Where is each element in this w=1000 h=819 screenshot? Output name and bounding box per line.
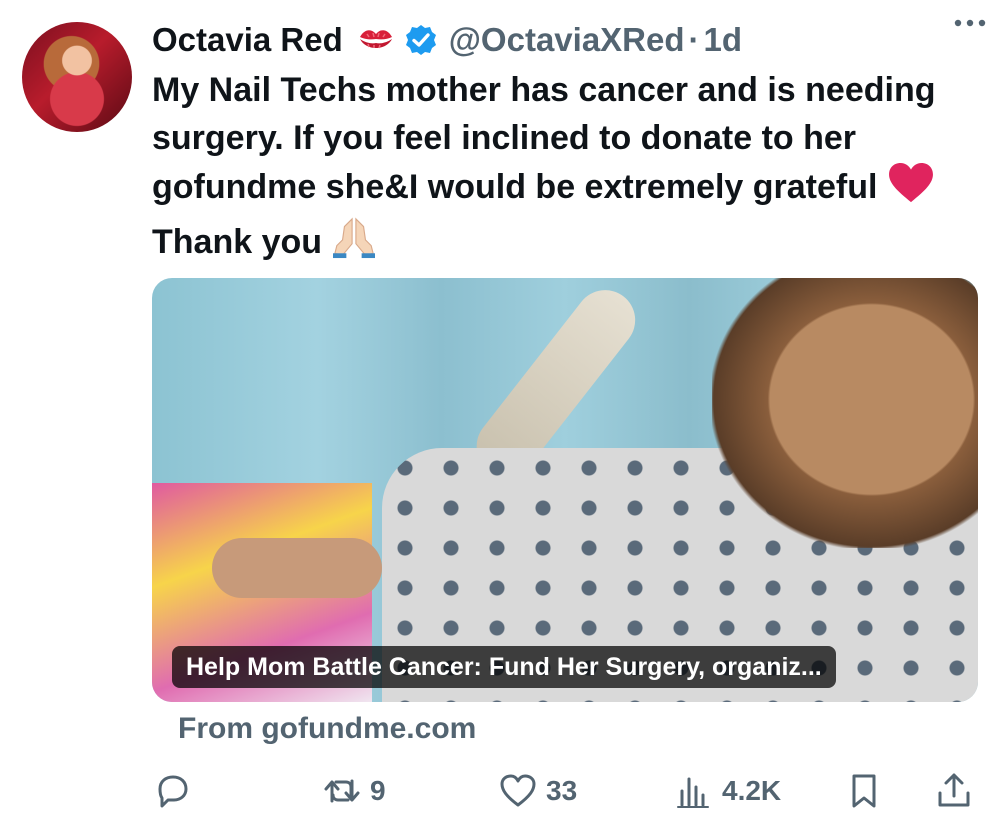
card-title[interactable]: Help Mom Battle Cancer: Fund Her Surgery… (172, 646, 836, 688)
bookmark-button[interactable] (844, 766, 884, 816)
author-handle[interactable]: @OctaviaXRed (449, 21, 685, 59)
tweet-body: My Nail Techs mother has cancer and is n… (152, 71, 936, 206)
timestamp[interactable]: 1d (704, 21, 743, 59)
avatar[interactable] (22, 22, 132, 132)
link-preview-card[interactable]: Help Mom Battle Cancer: Fund Her Surgery… (152, 278, 978, 702)
share-icon (938, 773, 970, 807)
tweet-header: Octavia Red @OctaviaXRed · 1d (152, 16, 984, 64)
action-bar: 9 33 4.2K (150, 766, 980, 816)
more-options-icon[interactable] (950, 8, 990, 38)
retweet-button[interactable]: 9 (322, 766, 386, 816)
author-name[interactable]: Octavia Red (152, 21, 343, 59)
reply-icon (158, 775, 188, 808)
like-count: 33 (546, 775, 578, 806)
patient-image-region (712, 278, 978, 548)
red-heart-emoji-icon (887, 162, 935, 217)
bookmark-icon (852, 774, 876, 808)
separator-dot: · (688, 21, 700, 58)
views-count: 4.2K (722, 775, 782, 806)
verified-badge-icon (405, 24, 437, 56)
heart-icon (500, 774, 536, 807)
card-source[interactable]: From gofundme.com (178, 712, 476, 746)
tweet-thanks: Thank you (152, 223, 323, 261)
folded-hands-emoji-icon (331, 217, 377, 272)
views-button[interactable]: 4.2K (674, 766, 781, 816)
views-icon (677, 777, 709, 808)
share-button[interactable] (934, 766, 974, 816)
tweet-text: My Nail Techs mother has cancer and is n… (152, 66, 982, 272)
retweet-count: 9 (370, 775, 386, 806)
like-button[interactable]: 33 (498, 766, 577, 816)
kiss-mark-icon (357, 25, 395, 55)
reply-button[interactable] (152, 766, 200, 816)
hand-image-region (212, 538, 382, 598)
retweet-icon (324, 779, 360, 803)
